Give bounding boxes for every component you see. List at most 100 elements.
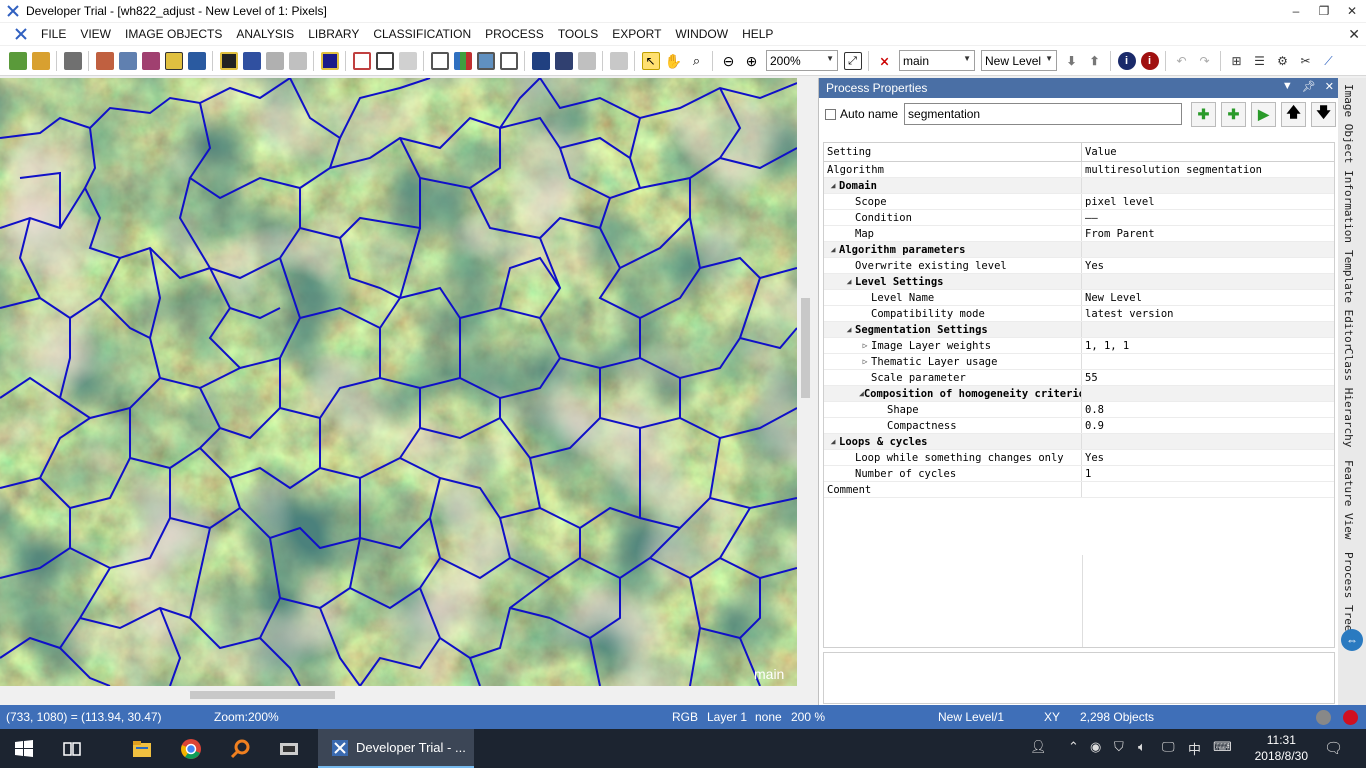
settings-gear-icon[interactable] bbox=[554, 51, 573, 70]
property-row[interactable]: Level Name New Level bbox=[824, 290, 1334, 306]
property-value-cell[interactable]: —— bbox=[1082, 212, 1098, 224]
move-up-button[interactable]: 🡅 bbox=[1281, 101, 1307, 127]
menu-window[interactable]: WINDOW bbox=[668, 27, 735, 41]
level-down-icon[interactable]: ⬇ bbox=[1063, 52, 1081, 70]
notification-icon[interactable]: 🗨︎ bbox=[1324, 739, 1343, 757]
feature-view-icon[interactable]: ⚙ bbox=[1274, 52, 1292, 70]
file-explorer-icon[interactable] bbox=[130, 737, 154, 761]
tab-template-editor[interactable]: Template Editor bbox=[1342, 250, 1355, 349]
chart-icon[interactable]: ⟋ bbox=[1320, 52, 1338, 70]
menu-help[interactable]: HELP bbox=[735, 27, 780, 41]
collapse-icon[interactable]: ◢ bbox=[843, 325, 855, 334]
property-row[interactable]: ◢ Domain bbox=[824, 178, 1334, 194]
property-row[interactable]: Algorithm multiresolution segmentation bbox=[824, 162, 1334, 178]
property-row[interactable]: Shape 0.8 bbox=[824, 402, 1334, 418]
taskbar-developer-trial[interactable]: Developer Trial - ... bbox=[318, 729, 474, 768]
property-value-cell[interactable]: multiresolution segmentation bbox=[1082, 164, 1262, 176]
ime-indicator[interactable]: 中 bbox=[1188, 739, 1201, 758]
property-row[interactable]: ◢ Loops & cycles bbox=[824, 434, 1334, 450]
property-row[interactable]: ◢ Algorithm parameters bbox=[824, 242, 1334, 258]
undo-icon[interactable]: ↶ bbox=[1173, 52, 1191, 70]
image-vertical-scrollbar[interactable] bbox=[797, 78, 814, 686]
layer-mixing-icon[interactable] bbox=[118, 51, 137, 70]
tools-icon[interactable]: ✂ bbox=[1297, 52, 1315, 70]
property-row[interactable]: Compactness 0.9 bbox=[824, 418, 1334, 434]
property-row[interactable]: Compatibility mode latest version bbox=[824, 306, 1334, 322]
show-outlines-icon[interactable] bbox=[320, 51, 339, 70]
tray-overflow-icon[interactable]: ⌃ bbox=[1068, 739, 1079, 755]
restore-button[interactable]: ❐ bbox=[1310, 0, 1338, 22]
process-tree-icon[interactable]: ⊞ bbox=[1228, 52, 1246, 70]
pixel-view-icon[interactable] bbox=[288, 51, 307, 70]
expand-icon[interactable]: ▷ bbox=[859, 341, 871, 350]
process-info-icon[interactable]: i bbox=[1140, 51, 1159, 70]
add-process-button[interactable]: ✚ bbox=[1191, 101, 1217, 127]
property-row[interactable]: Condition —— bbox=[824, 210, 1334, 226]
menu-export[interactable]: EXPORT bbox=[605, 27, 668, 41]
image-horizontal-scrollbar[interactable] bbox=[0, 686, 797, 703]
setting-column-header[interactable]: Setting bbox=[824, 143, 1082, 161]
close-button[interactable]: ✕ bbox=[1338, 0, 1366, 22]
property-value-cell[interactable]: 0.8 bbox=[1082, 404, 1104, 416]
property-value-cell[interactable]: 0.9 bbox=[1082, 420, 1104, 432]
minimize-button[interactable]: – bbox=[1282, 0, 1310, 22]
property-row[interactable]: Map From Parent bbox=[824, 226, 1334, 242]
keyboard-icon[interactable]: ⌨ bbox=[1213, 739, 1232, 755]
value-column-header[interactable]: Value bbox=[1082, 146, 1117, 158]
property-value-cell[interactable]: New Level bbox=[1082, 292, 1142, 304]
single-view-icon[interactable] bbox=[430, 51, 449, 70]
level-combo[interactable]: New Level ▼ bbox=[981, 50, 1057, 71]
level-up-icon[interactable]: ⬆ bbox=[1086, 52, 1104, 70]
property-row[interactable]: ◢ Composition of homogeneity criterion bbox=[824, 386, 1334, 402]
property-row[interactable]: Number of cycles 1 bbox=[824, 466, 1334, 482]
property-value-cell[interactable]: 1 bbox=[1082, 468, 1091, 480]
open-project-icon[interactable] bbox=[31, 51, 50, 70]
menu-analysis[interactable]: ANALYSIS bbox=[229, 27, 301, 41]
zoom-out-icon[interactable]: ⊖ bbox=[720, 52, 738, 70]
link-views-icon[interactable] bbox=[531, 51, 550, 70]
stop-indicator-icon[interactable] bbox=[1343, 710, 1358, 725]
pan-hand-icon[interactable]: ✋ bbox=[665, 52, 683, 70]
security-shield-icon[interactable]: ⛉ bbox=[1114, 739, 1124, 755]
property-value-cell[interactable]: 55 bbox=[1082, 372, 1098, 384]
property-value-cell[interactable]: 1, 1, 1 bbox=[1082, 340, 1129, 352]
property-row[interactable]: Scope pixel level bbox=[824, 194, 1334, 210]
polygon-view-icon[interactable] bbox=[352, 51, 371, 70]
comment-box[interactable] bbox=[823, 652, 1335, 704]
menu-view[interactable]: VIEW bbox=[73, 27, 118, 41]
collapse-icon[interactable]: ◢ bbox=[843, 277, 855, 286]
expand-icon[interactable]: ▷ bbox=[859, 357, 871, 366]
search-app-icon[interactable] bbox=[228, 737, 252, 761]
view-classification-icon[interactable] bbox=[242, 51, 261, 70]
menu-file[interactable]: FILE bbox=[34, 27, 73, 41]
auto-name-checkbox[interactable] bbox=[825, 108, 836, 120]
property-row[interactable]: Comment bbox=[824, 482, 1334, 498]
collapse-icon[interactable]: ◢ bbox=[827, 437, 839, 446]
people-icon[interactable]: 👤︎ bbox=[1030, 739, 1047, 755]
vertical-split-icon[interactable] bbox=[499, 51, 518, 70]
globe-icon[interactable] bbox=[187, 51, 206, 70]
tab-process-tree[interactable]: Process Tree bbox=[1342, 552, 1355, 631]
task-view-icon[interactable] bbox=[60, 737, 84, 761]
info-icon[interactable]: i bbox=[1117, 51, 1136, 70]
property-row[interactable]: ▷ Thematic Layer usage bbox=[824, 354, 1334, 370]
remote-control-icon[interactable]: ⇔ bbox=[1341, 629, 1363, 651]
menu-classification[interactable]: CLASSIFICATION bbox=[366, 27, 478, 41]
view-layer-icon[interactable] bbox=[219, 51, 238, 70]
view-samples-icon[interactable] bbox=[265, 51, 284, 70]
save-project-icon[interactable] bbox=[63, 51, 82, 70]
split-view-icon[interactable] bbox=[453, 51, 472, 70]
panel-close-icon[interactable]: ✕ bbox=[1325, 80, 1334, 93]
property-value-cell[interactable]: pixel level bbox=[1082, 196, 1155, 208]
property-value-cell[interactable]: latest version bbox=[1082, 308, 1174, 320]
workspace-icon[interactable] bbox=[95, 51, 114, 70]
edit-image-layer-icon[interactable] bbox=[141, 51, 160, 70]
pointer-cursor-icon[interactable]: ↖ bbox=[641, 51, 660, 70]
property-row[interactable]: Overwrite existing level Yes bbox=[824, 258, 1334, 274]
zoom-to-window-icon[interactable]: ⤢ bbox=[843, 51, 862, 70]
chrome-icon[interactable] bbox=[179, 737, 203, 761]
property-row[interactable]: ◢ Level Settings bbox=[824, 274, 1334, 290]
pin-icon[interactable]: 📌︎ bbox=[1302, 80, 1316, 93]
add-child-process-button[interactable]: ✚ bbox=[1221, 101, 1247, 127]
property-row[interactable]: ◢ Segmentation Settings bbox=[824, 322, 1334, 338]
